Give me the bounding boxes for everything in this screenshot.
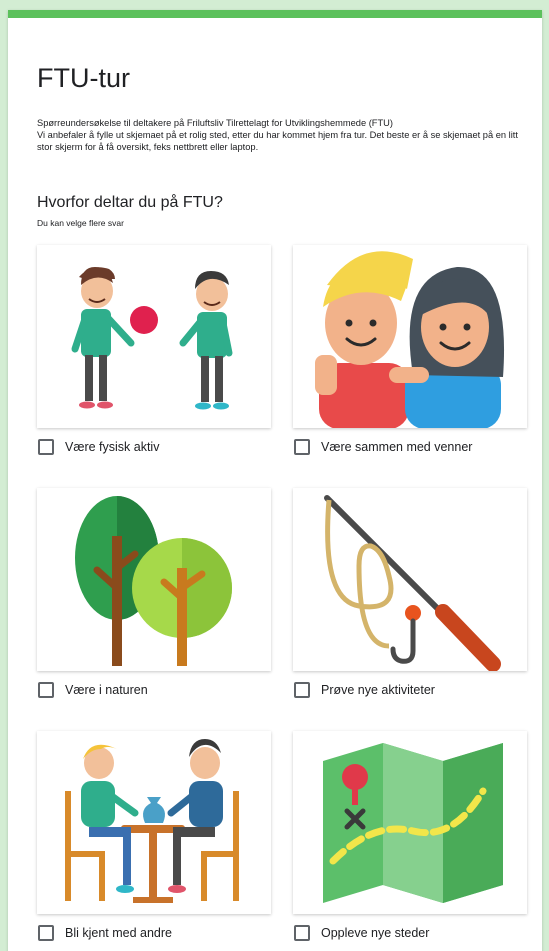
option-label: Bli kjent med andre bbox=[65, 926, 173, 940]
form-description-line: Spørreundersøkelse til deltakere på Fril… bbox=[37, 118, 393, 128]
map-illustration[interactable] bbox=[293, 731, 527, 914]
people-at-table-illustration[interactable] bbox=[37, 731, 271, 914]
checkbox[interactable] bbox=[294, 682, 310, 698]
playing-ball-illustration[interactable] bbox=[37, 245, 271, 428]
option-label: Prøve nye aktiviteter bbox=[321, 683, 435, 697]
option-row[interactable]: Være sammen med venner bbox=[293, 439, 527, 455]
option-row[interactable]: Bli kjent med andre bbox=[37, 925, 271, 941]
trees-illustration[interactable] bbox=[37, 488, 271, 671]
option-prove-nye-aktiviteter[interactable]: Prøve nye aktiviteter bbox=[293, 488, 527, 698]
form-description: Spørreundersøkelse til deltakere på Fril… bbox=[37, 117, 532, 153]
checkbox[interactable] bbox=[38, 682, 54, 698]
option-label: Være fysisk aktiv bbox=[65, 440, 160, 454]
option-label: Være sammen med venner bbox=[321, 440, 473, 454]
question-hint: Du kan velge flere svar bbox=[37, 218, 124, 228]
option-row[interactable]: Være i naturen bbox=[37, 682, 271, 698]
checkbox[interactable] bbox=[38, 439, 54, 455]
fishing-rod-illustration[interactable] bbox=[293, 488, 527, 671]
option-vaere-fysisk-aktiv[interactable]: Være fysisk aktiv bbox=[37, 245, 271, 455]
option-vaere-sammen-med-venner[interactable]: Være sammen med venner bbox=[293, 245, 527, 455]
question-title: Hvorfor deltar du på FTU? bbox=[37, 194, 223, 211]
option-label: Oppleve nye steder bbox=[321, 926, 430, 940]
option-vaere-i-naturen[interactable]: Være i naturen bbox=[37, 488, 271, 698]
option-oppleve-nye-steder[interactable]: Oppleve nye steder bbox=[293, 731, 527, 941]
form-description-line: Vi anbefaler å fylle ut skjemaet på et r… bbox=[37, 130, 518, 152]
form-title: FTU-tur bbox=[37, 63, 130, 93]
checkbox[interactable] bbox=[294, 439, 310, 455]
option-row[interactable]: Oppleve nye steder bbox=[293, 925, 527, 941]
checkbox[interactable] bbox=[38, 925, 54, 941]
option-row[interactable]: Være fysisk aktiv bbox=[37, 439, 271, 455]
two-friends-illustration[interactable] bbox=[293, 245, 527, 428]
option-label: Være i naturen bbox=[65, 683, 148, 697]
checkbox[interactable] bbox=[294, 925, 310, 941]
option-bli-kjent-med-andre[interactable]: Bli kjent med andre bbox=[37, 731, 271, 941]
option-row[interactable]: Prøve nye aktiviteter bbox=[293, 682, 527, 698]
